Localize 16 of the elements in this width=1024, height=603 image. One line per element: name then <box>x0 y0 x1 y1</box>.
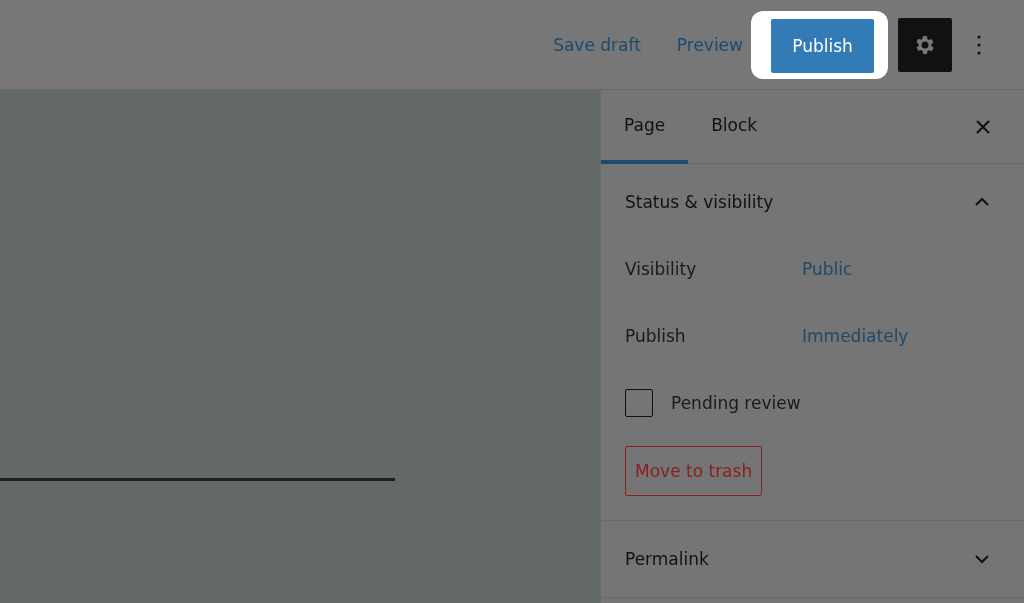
save-draft-button[interactable]: Save draft <box>553 34 641 55</box>
settings-button[interactable] <box>898 17 952 72</box>
chevron-icon <box>974 197 990 207</box>
setting-label: Visibility <box>625 258 698 279</box>
sidebar-tab[interactable]: Page <box>601 90 689 164</box>
publish-button[interactable]: Publish <box>771 18 874 73</box>
preview-button[interactable]: Preview <box>676 34 743 55</box>
more-options-icon <box>977 34 981 55</box>
panel-toggle[interactable]: Status & visibility <box>601 164 1024 240</box>
panel-toggle[interactable]: Permalink <box>601 521 1024 597</box>
checkbox-label: Pending review <box>671 392 801 413</box>
checkbox[interactable] <box>625 388 653 417</box>
setting-label: Publish <box>625 325 687 346</box>
setting-value-link[interactable]: Immediately <box>802 325 909 346</box>
chevron-icon <box>974 554 990 564</box>
sidebar-tab[interactable]: Block <box>688 90 781 164</box>
